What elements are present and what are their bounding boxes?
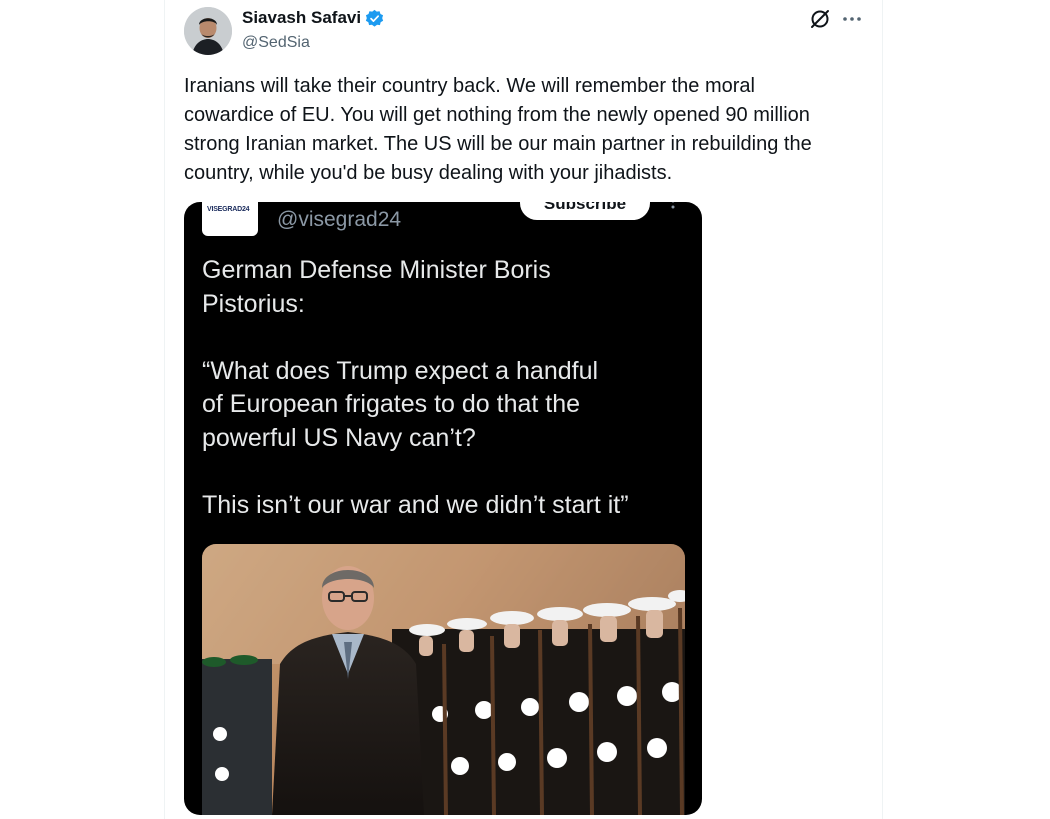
author-avatar[interactable] [184,7,232,55]
tweet-text: Iranians will take their country back. W… [184,75,812,184]
grok-icon[interactable] [809,8,831,30]
visegrad-logo-text: VISEGRAD24 [207,206,250,213]
author-name[interactable]: Siavash Safavi [242,8,361,28]
more-icon[interactable] [840,8,864,30]
embedded-more-icon [668,202,678,212]
verified-badge-icon [365,9,384,28]
honor-guard-photo-image [202,544,685,815]
embedded-photo [202,544,685,815]
author-handle[interactable]: @SedSia [242,34,310,52]
embedded-handle: @visegrad24 [277,208,402,231]
tweet-media[interactable]: VISEGRAD24 @visegrad24 Subscribe German … [184,202,702,815]
subscribe-button: Subscribe [520,202,650,220]
author-name-row: Siavash Safavi [242,8,384,28]
visegrad-logo: VISEGRAD24 [202,202,258,236]
embedded-quote-text: German Defense Minister Boris Pistorius:… [202,256,629,519]
